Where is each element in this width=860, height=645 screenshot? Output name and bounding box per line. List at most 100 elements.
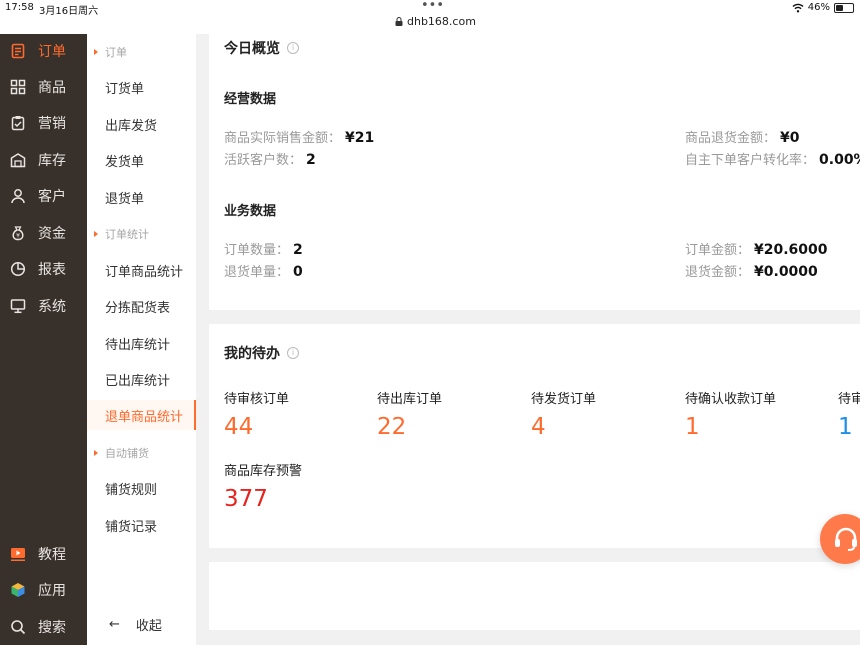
sidebar-item-label: 库存 — [38, 153, 66, 169]
sidebar-item-marketing[interactable]: 营销 — [0, 108, 87, 138]
operating-data-title: 经营数据 — [224, 92, 277, 107]
main-sidebar: 订单 商品 营销 库存 客户 ¥ 资金 报表 系统 教程 应用 搜索 — [0, 34, 87, 645]
order-count-label: 订单数量： — [224, 243, 290, 258]
submenu-item-order-goods-stats[interactable]: 订单商品统计 — [87, 255, 196, 285]
sub-menu: 订单 订货单 出库发货 发货单 退货单 订单统计 订单商品统计 分拣配货表 待出… — [87, 34, 196, 645]
todo-title: 我的待办 i — [224, 343, 299, 363]
goods-icon — [10, 79, 26, 95]
caret-right-icon — [94, 450, 98, 456]
battery-percent: 46% — [807, 2, 830, 13]
stock-alert-label[interactable]: 商品库存预警 — [224, 460, 302, 479]
order-amount-value: ¥20.6000 — [754, 242, 828, 258]
order-count: 订单数量： 2 — [224, 239, 303, 258]
lock-icon — [395, 17, 403, 26]
submenu-item-distribution-rules[interactable]: 铺货规则 — [87, 473, 196, 503]
sales-amount: 商品实际销售金额： ¥21 — [224, 127, 374, 146]
sales-amount-label: 商品实际销售金额： — [224, 131, 342, 146]
sidebar-item-label: 客户 — [38, 189, 66, 205]
submenu-section-order-stats: 订单统计 — [87, 226, 196, 242]
submenu-item-picking-sheet[interactable]: 分拣配货表 — [87, 291, 196, 321]
todo-pending-shipping-count[interactable]: 4 — [531, 414, 546, 440]
stock-alert-count[interactable]: 377 — [224, 486, 268, 512]
sidebar-item-label: 教程 — [38, 547, 66, 563]
sidebar-item-label: 应用 — [38, 583, 66, 599]
address-bar[interactable]: dhb168.com — [395, 15, 476, 28]
status-time: 17:58 — [5, 2, 34, 13]
active-customers-label: 活跃客户数： — [224, 153, 303, 168]
info-icon[interactable]: i — [287, 347, 299, 359]
todo-pending-outbound-count[interactable]: 22 — [377, 414, 406, 440]
todo-pending-other-count[interactable]: 1 — [838, 414, 853, 440]
sidebar-item-apps[interactable]: 应用 — [0, 575, 87, 605]
submenu-item-return-goods-stats[interactable]: 退单商品统计 — [87, 400, 196, 430]
sidebar-item-tutorial[interactable]: 教程 — [0, 539, 87, 569]
active-customers: 活跃客户数： 2 — [224, 149, 316, 168]
sales-amount-value: ¥21 — [345, 130, 375, 146]
submenu-item-pending-outbound-stats[interactable]: 待出库统计 — [87, 328, 196, 358]
return-count: 退货单量： 0 — [224, 261, 303, 280]
submenu-section-title: 订单 — [105, 46, 127, 59]
todo-pending-other-label[interactable]: 待审 — [838, 388, 860, 407]
overview-title: 今日概览 i — [224, 38, 299, 58]
overview-card: 今日概览 i 经营数据 商品实际销售金额： ¥21 活跃客户数： 2 商品退货金额：… — [209, 34, 860, 310]
arrow-left-icon: ← — [109, 616, 120, 632]
sidebar-item-label: 商品 — [38, 80, 66, 96]
sidebar-item-label: 搜索 — [38, 620, 66, 636]
sidebar-item-label: 报表 — [38, 262, 66, 278]
customer-icon — [10, 188, 26, 204]
order-amount: 订单金额： ¥20.6000 — [685, 239, 828, 258]
submenu-item-outbound-shipping[interactable]: 出库发货 — [87, 109, 196, 139]
todo-pending-review-count[interactable]: 44 — [224, 414, 253, 440]
return-count-value: 0 — [293, 264, 303, 280]
submenu-item-purchase-order[interactable]: 订货单 — [87, 72, 196, 102]
todo-pending-outbound-label[interactable]: 待出库订单 — [377, 388, 442, 407]
monitor-icon — [10, 298, 26, 314]
sidebar-item-system[interactable]: 系统 — [0, 291, 87, 321]
submenu-section-order: 订单 — [87, 44, 196, 60]
return-count-label: 退货单量： — [224, 265, 290, 280]
submenu-item-distribution-records[interactable]: 铺货记录 — [87, 510, 196, 540]
todo-title-text: 我的待办 — [224, 346, 280, 362]
order-count-value: 2 — [293, 242, 303, 258]
sidebar-item-warehouse[interactable]: 库存 — [0, 145, 87, 175]
pie-chart-icon — [10, 261, 26, 277]
sidebar-item-search[interactable]: 搜索 — [0, 612, 87, 642]
more-dots-icon[interactable]: ••• — [421, 0, 444, 12]
collapse-button[interactable]: ← 收起 — [87, 609, 196, 639]
active-customers-value: 2 — [306, 152, 316, 168]
return-amount: 退货金额： ¥0.0000 — [685, 261, 818, 280]
todo-pending-review-label[interactable]: 待审核订单 — [224, 388, 289, 407]
todo-pending-payment-count[interactable]: 1 — [685, 414, 700, 440]
refund-amount-value: ¥0 — [780, 130, 800, 146]
info-icon[interactable]: i — [287, 42, 299, 54]
sidebar-item-label: 订单 — [38, 44, 66, 60]
address-url: dhb168.com — [407, 15, 476, 28]
money-bag-icon: ¥ — [10, 225, 26, 241]
svg-text:¥: ¥ — [16, 233, 20, 240]
sidebar-item-customer[interactable]: 客户 — [0, 181, 87, 211]
submenu-item-outbound-stats[interactable]: 已出库统计 — [87, 364, 196, 394]
sidebar-item-order[interactable]: 订单 — [0, 36, 87, 66]
submenu-item-delivery-note[interactable]: 发货单 — [87, 145, 196, 175]
status-date: 3月16日周六 — [39, 6, 99, 17]
sidebar-item-report[interactable]: 报表 — [0, 254, 87, 284]
return-amount-label: 退货金额： — [685, 265, 751, 280]
sidebar-item-goods[interactable]: 商品 — [0, 72, 87, 102]
todo-pending-shipping-label[interactable]: 待发货订单 — [531, 388, 596, 407]
video-icon — [10, 546, 26, 562]
battery-icon — [834, 2, 854, 13]
todo-pending-payment-label[interactable]: 待确认收款订单 — [685, 388, 776, 407]
main-content: 今日概览 i 经营数据 商品实际销售金额： ¥21 活跃客户数： 2 商品退货金额：… — [196, 34, 860, 645]
sidebar-item-label: 系统 — [38, 299, 66, 315]
submenu-section-title: 自动铺货 — [105, 447, 149, 460]
wifi-icon — [792, 3, 804, 12]
sidebar-item-money[interactable]: ¥ 资金 — [0, 218, 87, 248]
submenu-item-return-order[interactable]: 退货单 — [87, 182, 196, 212]
submenu-section-title: 订单统计 — [105, 228, 149, 241]
cube-icon — [10, 582, 26, 598]
conversion-rate-value: 0.00% — [819, 152, 860, 168]
order-amount-label: 订单金额： — [685, 243, 751, 258]
sidebar-item-label: 营销 — [38, 116, 66, 132]
search-icon — [10, 619, 26, 635]
warehouse-icon — [10, 152, 26, 168]
